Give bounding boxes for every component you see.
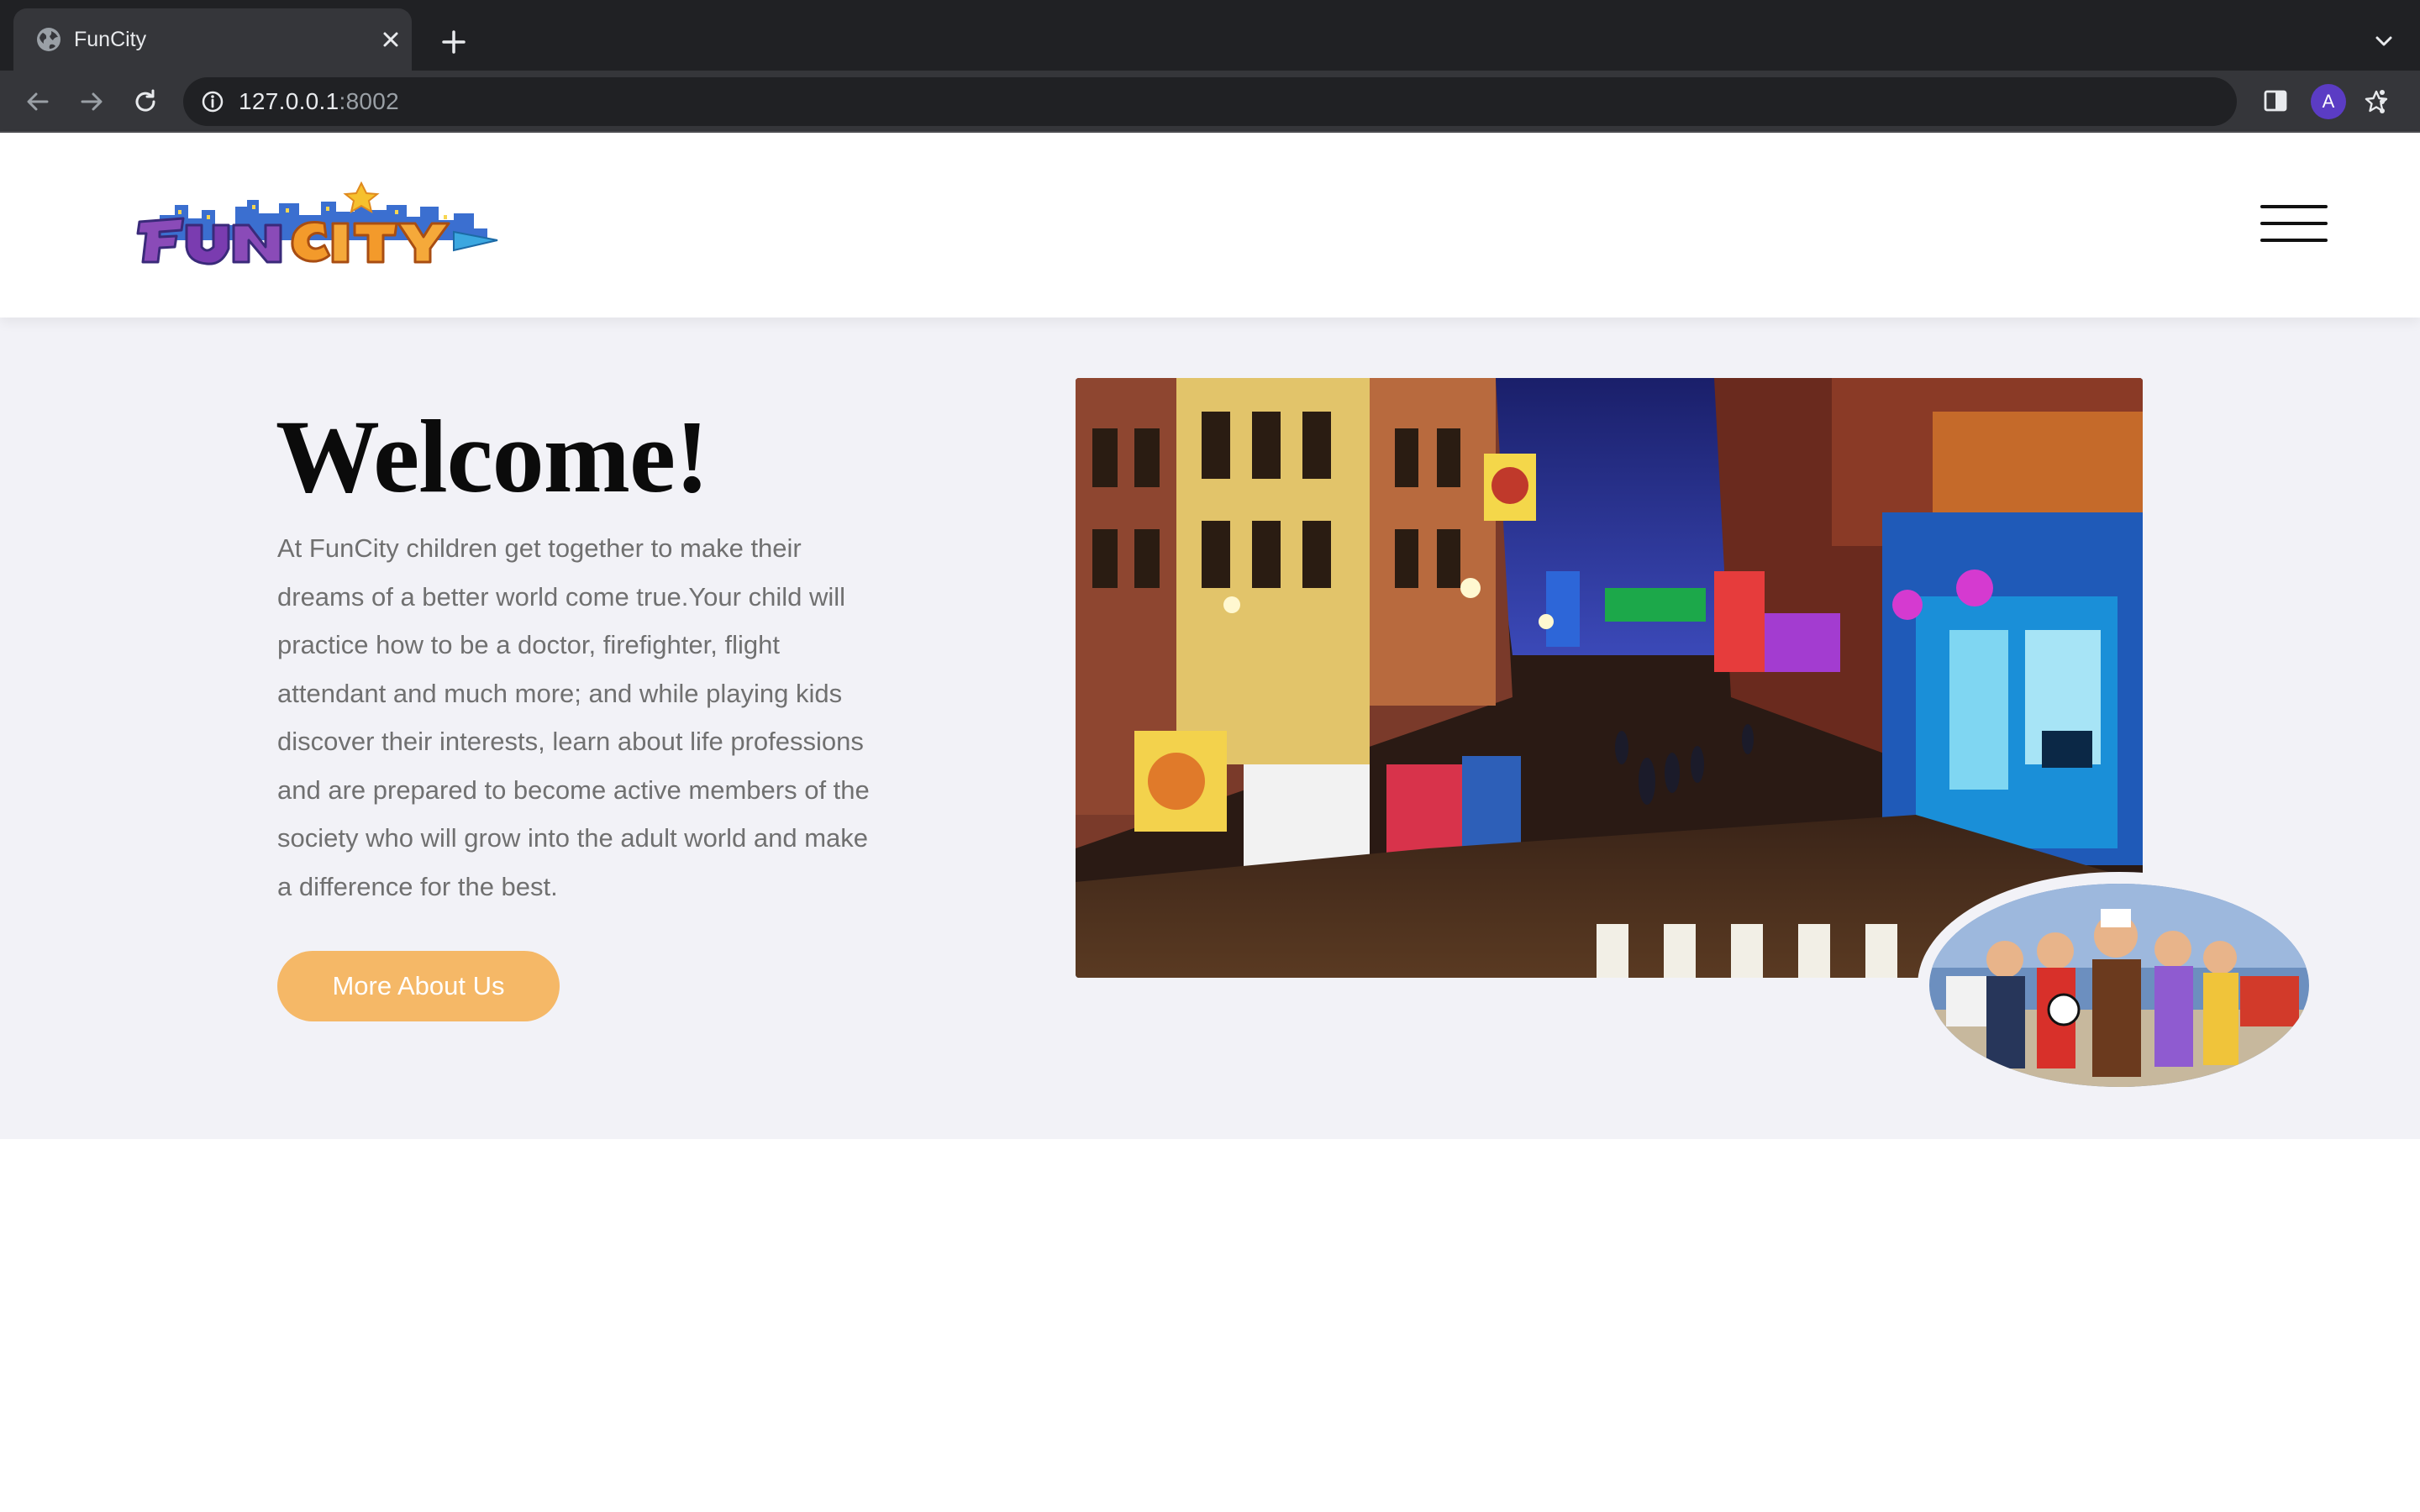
- globe-icon: [37, 28, 60, 51]
- url-text[interactable]: 127.0.0.1:8002: [239, 89, 399, 114]
- funcity-street-photo: [1076, 378, 2143, 978]
- more-vert-icon[interactable]: [2370, 86, 2395, 118]
- reload-icon[interactable]: [128, 84, 163, 119]
- back-arrow-icon[interactable]: [20, 84, 55, 119]
- browser-tab[interactable]: FunCity: [13, 8, 412, 71]
- close-icon[interactable]: [376, 25, 405, 54]
- forward-arrow-icon[interactable]: [74, 84, 109, 119]
- address-bar[interactable]: 127.0.0.1:8002: [183, 77, 2388, 126]
- hamburger-line: [2260, 205, 2328, 208]
- browser-tabstrip: FunCity: [0, 0, 2420, 71]
- more-about-us-button[interactable]: More About Us: [277, 951, 560, 1021]
- hamburger-menu-button[interactable]: [2260, 203, 2328, 244]
- funcity-logo[interactable]: [134, 181, 504, 269]
- tab-title: FunCity: [74, 28, 147, 51]
- hamburger-line: [2260, 239, 2328, 242]
- profile-avatar[interactable]: A: [2311, 84, 2346, 119]
- browser-toolbar: 127.0.0.1:8002 A: [0, 71, 2420, 133]
- new-tab-icon[interactable]: [437, 25, 471, 59]
- welcome-section: Welcome! At FunCity children get togethe…: [0, 318, 2420, 1139]
- hamburger-line: [2260, 222, 2328, 225]
- welcome-title: Welcome!: [276, 399, 709, 514]
- chevron-down-icon[interactable]: [2371, 29, 2396, 54]
- kids-professions-oval-photo: [1918, 872, 2321, 1099]
- welcome-description: At FunCity children get together to make…: [277, 533, 870, 901]
- info-icon[interactable]: [200, 89, 225, 114]
- site-header: [0, 133, 2420, 318]
- side-panel-icon[interactable]: [2260, 86, 2291, 116]
